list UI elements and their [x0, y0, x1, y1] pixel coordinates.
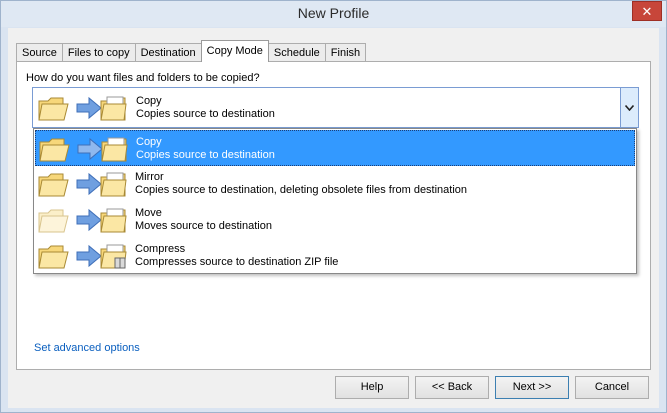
- option-compress[interactable]: Compress Compresses source to destinatio…: [35, 238, 635, 274]
- option-mirror-desc: Copies source to destination, deleting o…: [135, 184, 468, 196]
- tab-strip: Source Files to copy Destination Copy Mo…: [16, 40, 367, 62]
- option-compress-title: Compress: [135, 243, 186, 255]
- combo-selected-title: Copy: [136, 95, 162, 107]
- mirror-mode-icon: [37, 168, 127, 200]
- window-title: New Profile: [297, 5, 370, 21]
- option-compress-desc: Compresses source to destination ZIP fil…: [135, 256, 339, 268]
- tab-copy-mode[interactable]: Copy Mode: [200, 40, 269, 62]
- combo-selected-desc: Copies source to destination: [136, 108, 275, 120]
- option-mirror[interactable]: Mirror Copies source to destination, del…: [35, 166, 635, 202]
- tab-destination[interactable]: Destination: [134, 43, 202, 62]
- dialog-client: Source Files to copy Destination Copy Mo…: [8, 28, 659, 408]
- copy-mode-dropdown-list: Copy Copies source to destination Mirror…: [33, 128, 637, 274]
- tab-source[interactable]: Source: [16, 43, 63, 62]
- help-button[interactable]: Help: [335, 376, 409, 399]
- combo-dropdown-button[interactable]: [620, 88, 638, 127]
- copy-mode-icon: [38, 133, 128, 165]
- option-move-text: Move Moves source to destination: [135, 207, 272, 233]
- option-move-desc: Moves source to destination: [135, 220, 272, 232]
- option-move[interactable]: Move Moves source to destination: [35, 202, 635, 238]
- copy-mode-icon: [37, 92, 127, 124]
- tab-finish[interactable]: Finish: [324, 43, 367, 62]
- advanced-options-link[interactable]: Set advanced options: [34, 342, 140, 354]
- compress-mode-icon: [37, 240, 127, 272]
- option-compress-text: Compress Compresses source to destinatio…: [135, 243, 338, 269]
- chevron-down-icon: [625, 104, 634, 111]
- window: New Profile ✕ Source Files to copy Desti…: [0, 0, 667, 413]
- title-bar: New Profile ✕: [1, 1, 666, 27]
- option-mirror-text: Mirror Copies source to destination, del…: [135, 171, 467, 197]
- close-icon: ✕: [641, 3, 653, 19]
- option-copy-text: Copy Copies source to destination: [136, 136, 275, 162]
- copy-mode-combo[interactable]: Copy Copies source to destination: [32, 87, 639, 128]
- next-button[interactable]: Next >>: [495, 376, 569, 399]
- option-move-title: Move: [135, 207, 162, 219]
- option-copy[interactable]: Copy Copies source to destination: [35, 130, 635, 166]
- option-copy-desc: Copies source to destination: [136, 149, 275, 161]
- combo-selected-text: Copy Copies source to destination: [136, 95, 275, 121]
- close-button[interactable]: ✕: [632, 1, 662, 21]
- cancel-button[interactable]: Cancel: [575, 376, 649, 399]
- tab-files-to-copy[interactable]: Files to copy: [61, 43, 136, 62]
- option-mirror-title: Mirror: [135, 171, 164, 183]
- copy-mode-question: How do you want files and folders to be …: [26, 72, 260, 84]
- option-copy-title: Copy: [136, 136, 162, 148]
- tab-schedule[interactable]: Schedule: [267, 43, 326, 62]
- back-button[interactable]: << Back: [415, 376, 489, 399]
- move-mode-icon: [37, 204, 127, 236]
